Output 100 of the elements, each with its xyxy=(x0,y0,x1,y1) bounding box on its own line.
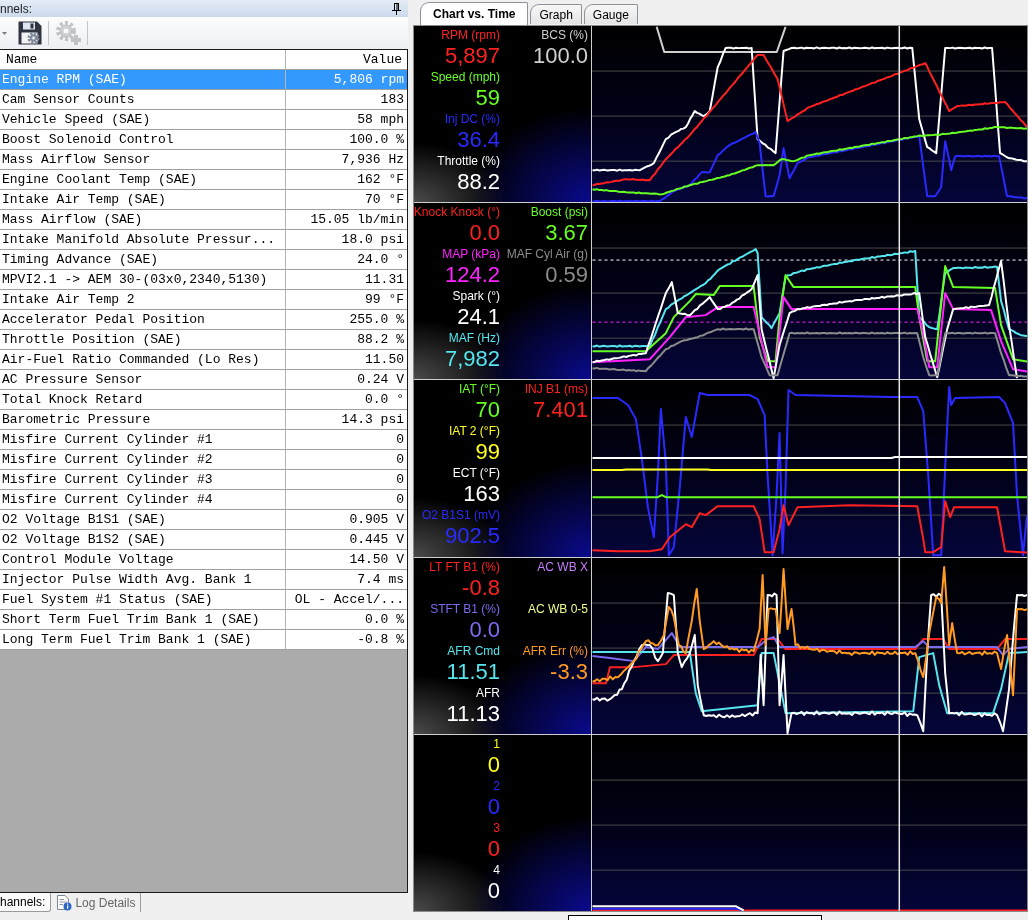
table-row[interactable]: O2 Voltage B1S2 (SAE) 0.445 V xyxy=(0,530,407,550)
view-tab[interactable]: Chart vs. Time xyxy=(420,2,529,25)
readout-label: O2 B1S1 (mV) xyxy=(421,507,500,524)
table-cell: Injector Pulse Width Avg. Bank 1 xyxy=(0,570,286,590)
table-row[interactable]: Injector Pulse Width Avg. Bank 1 7.4 ms xyxy=(0,570,407,590)
readout-label: 2 xyxy=(493,777,500,794)
readout-label: 4 xyxy=(493,861,500,878)
table-cell: 0.0 % xyxy=(286,610,407,630)
readout-label: Knock Knock (°) xyxy=(413,204,500,221)
table-row[interactable]: Fuel System #1 Status (SAE) OL - Accel/... xyxy=(0,590,407,610)
readout-label: AC WB 0-5 xyxy=(528,600,588,617)
time-cursor-line[interactable] xyxy=(898,557,901,734)
table-cell: AC Pressure Sensor xyxy=(0,370,286,390)
table-cell: O2 Voltage B1S1 (SAE) xyxy=(0,510,286,530)
table-cell: Intake Manifold Absolute Pressur... xyxy=(0,230,286,250)
readout-label: MAF (Hz) xyxy=(448,330,500,347)
table-cell: 255.0 % xyxy=(286,310,407,330)
table-cell: O2 Voltage B1S2 (SAE) xyxy=(0,530,286,550)
table-cell: Mass Airflow (SAE) xyxy=(0,210,286,230)
panel-tab[interactable]: hannels: xyxy=(0,893,52,912)
readout-value: 0 xyxy=(487,877,500,904)
table-row[interactable]: Misfire Current Cylinder #1 0 xyxy=(0,430,407,450)
table-cell: OL - Accel/... xyxy=(286,590,407,610)
table-row[interactable]: Air-Fuel Ratio Commanded (Lo Res) 11.50 xyxy=(0,350,407,370)
readout-value: 88.2 xyxy=(457,169,500,195)
readout-value: 0.0 xyxy=(469,220,500,247)
table-row[interactable]: Timing Advance (SAE) 24.0 ° xyxy=(0,250,407,270)
pin-icon[interactable] xyxy=(392,2,401,15)
table-cell: Control Module Voltage xyxy=(0,550,286,570)
readout-label: AC WB X xyxy=(537,558,588,575)
table-cell: 7,936 Hz xyxy=(286,150,407,170)
readout-value: 11.51 xyxy=(446,658,500,685)
table-cell: 70 °F xyxy=(286,190,407,210)
readout-value: 902.5 xyxy=(444,523,500,550)
table-row[interactable]: Engine Coolant Temp (SAE) 162 °F xyxy=(0,170,407,190)
table-row[interactable]: Misfire Current Cylinder #3 0 xyxy=(0,470,407,490)
table-cell: 11.50 xyxy=(286,350,407,370)
table-cell: Accelerator Pedal Position xyxy=(0,310,286,330)
table-row[interactable]: Intake Manifold Absolute Pressur... 18.0 psi xyxy=(0,230,407,250)
table-row[interactable]: Total Knock Retard 0.0 ° xyxy=(0,390,407,410)
readout-label: Throttle (%) xyxy=(437,153,500,169)
table-cell: Misfire Current Cylinder #4 xyxy=(0,490,286,510)
table-row[interactable]: Throttle Position (SAE) 88.2 % xyxy=(0,330,407,350)
table-cell: 58 mph xyxy=(286,110,407,130)
readout-value: 70 xyxy=(475,397,500,424)
table-row[interactable]: Boost Solenoid Control 100.0 % xyxy=(0,130,407,150)
table-row[interactable]: Mass Airflow (SAE) 15.05 lb/min xyxy=(0,210,407,230)
readout-value: 11.13 xyxy=(446,700,500,727)
table-cell: Intake Air Temp 2 xyxy=(0,290,286,310)
table-cell: 0 xyxy=(286,430,407,450)
table-row[interactable]: MPVI2.1 -> AEM 30-(03x0,2340,5130) 11.31 xyxy=(0,270,407,290)
save-settings-icon[interactable] xyxy=(18,21,42,45)
table-cell: 0.0 ° xyxy=(286,390,407,410)
table-row[interactable]: Intake Air Temp (SAE) 70 °F xyxy=(0,190,407,210)
table-row[interactable]: Misfire Current Cylinder #2 0 xyxy=(0,450,407,470)
time-cursor-line[interactable] xyxy=(898,734,901,911)
readout-label: RPM (rpm) xyxy=(441,27,500,43)
readout-value: 100.0 xyxy=(532,43,588,69)
readout-value: 0.59 xyxy=(545,262,588,289)
table-cell: Misfire Current Cylinder #1 xyxy=(0,430,286,450)
readout-value: 24.1 xyxy=(457,304,500,331)
readout-label: LT FT B1 (%) xyxy=(429,558,500,575)
table-cell: Misfire Current Cylinder #3 xyxy=(0,470,286,490)
table-cell: 14.50 V xyxy=(286,550,407,570)
view-tab[interactable]: Gauge xyxy=(583,4,638,24)
table-row[interactable]: Misfire Current Cylinder #4 0 xyxy=(0,490,407,510)
readout-value: -3.3 xyxy=(550,658,588,685)
table-cell: 24.0 ° xyxy=(286,250,407,270)
table-row[interactable]: Barometric Pressure 14.3 psi xyxy=(0,410,407,430)
table-row[interactable]: Accelerator Pedal Position 255.0 % xyxy=(0,310,407,330)
table-row[interactable]: AC Pressure Sensor 0.24 V xyxy=(0,370,407,390)
view-tab[interactable]: Graph xyxy=(530,4,582,24)
table-row[interactable]: Short Term Fuel Trim Bank 1 (SAE) 0.0 % xyxy=(0,610,407,630)
table-cell: Vehicle Speed (SAE) xyxy=(0,110,286,130)
readout-label: Spark (°) xyxy=(452,288,500,305)
readout-value: 0 xyxy=(487,793,500,820)
time-cursor-line[interactable] xyxy=(898,26,901,203)
time-cursor-line[interactable] xyxy=(898,203,901,380)
readout-label: IAT (°F) xyxy=(459,381,500,398)
readout-label: MAF Cyl Air (g) xyxy=(506,246,588,263)
caret-icon[interactable] xyxy=(2,31,7,35)
table-cell: Timing Advance (SAE) xyxy=(0,250,286,270)
table-row[interactable]: Cam Sensor Counts 183 xyxy=(0,90,407,110)
table-cell: Throttle Position (SAE) xyxy=(0,330,286,350)
table-row[interactable]: O2 Voltage B1S1 (SAE) 0.905 V xyxy=(0,510,407,530)
time-cursor-line[interactable] xyxy=(898,380,901,557)
readout-value: 59 xyxy=(475,85,500,111)
readout-label: INJ B1 (ms) xyxy=(524,381,588,398)
readout-label: STFT B1 (%) xyxy=(430,600,500,617)
table-cell: Total Knock Retard xyxy=(0,390,286,410)
table-row[interactable]: Intake Air Temp 2 99 °F xyxy=(0,290,407,310)
table-row[interactable]: Mass Airflow Sensor 7,936 Hz xyxy=(0,150,407,170)
table-cell: 162 °F xyxy=(286,170,407,190)
table-cell: Cam Sensor Counts xyxy=(0,90,286,110)
readout-label: AFR xyxy=(476,684,500,701)
table-cell: 0 xyxy=(286,470,407,490)
readout-label: Boost (psi) xyxy=(530,204,588,221)
table-row[interactable]: Vehicle Speed (SAE) 58 mph xyxy=(0,110,407,130)
table-cell: 100.0 % xyxy=(286,130,407,150)
table-row[interactable]: Control Module Voltage 14.50 V xyxy=(0,550,407,570)
